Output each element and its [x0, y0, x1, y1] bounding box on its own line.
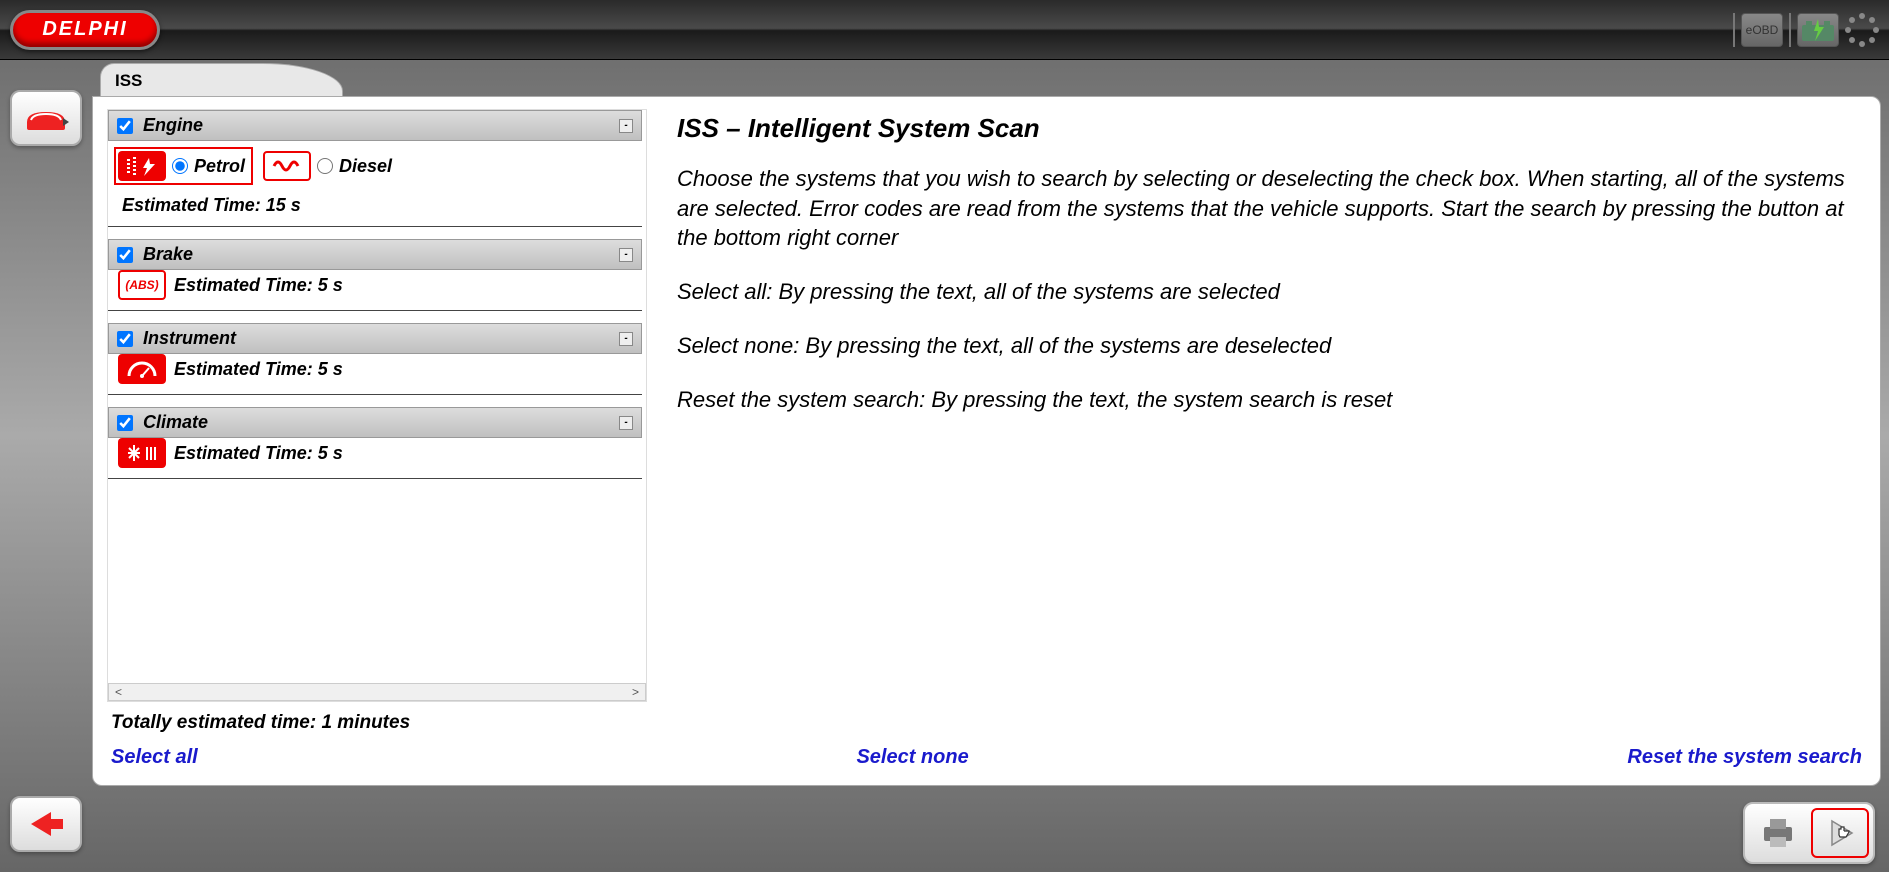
left-rail	[0, 60, 92, 872]
tab-iss[interactable]: ISS	[100, 63, 343, 96]
tab-label: ISS	[115, 71, 142, 90]
abs-icon: (ABS)	[118, 270, 166, 300]
info-title: ISS – Intelligent System Scan	[677, 111, 1866, 146]
estimated-time: Estimated Time: 5 s	[174, 443, 343, 464]
collapse-button[interactable]: -	[619, 416, 633, 430]
brand-logo: DELPHI	[10, 10, 160, 50]
collapse-button[interactable]: -	[619, 332, 633, 346]
info-panel: ISS – Intelligent System Scan Choose the…	[677, 109, 1866, 702]
separator	[1733, 13, 1735, 47]
petrol-radio[interactable]	[172, 158, 188, 174]
petrol-highlight: Petrol	[114, 147, 253, 185]
estimated-time: Estimated Time: 15 s	[108, 195, 642, 226]
system-engine: Engine -	[108, 110, 642, 227]
car-icon	[21, 100, 71, 136]
info-paragraph: Select none: By pressing the text, all o…	[677, 331, 1866, 361]
eobd-button[interactable]: eOBD	[1741, 13, 1783, 47]
top-bar: DELPHI eOBD	[0, 0, 1889, 60]
system-label: Engine	[143, 115, 203, 136]
estimated-time: Estimated Time: 5 s	[174, 359, 343, 380]
collapse-button[interactable]: -	[619, 248, 633, 262]
glowplug-icon	[263, 151, 311, 181]
info-paragraph: Reset the system search: By pressing the…	[677, 385, 1866, 415]
start-scan-button[interactable]	[1811, 808, 1869, 858]
collapse-button[interactable]: -	[619, 119, 633, 133]
separator	[1789, 13, 1791, 47]
battery-button[interactable]	[1797, 13, 1839, 47]
system-label: Climate	[143, 412, 208, 433]
instrument-checkbox[interactable]	[117, 331, 133, 347]
arrow-left-icon	[21, 806, 71, 842]
gauge-icon	[118, 354, 166, 384]
system-brake: Brake - (ABS) Estimated Time: 5 s	[108, 239, 642, 311]
systems-list: Engine -	[107, 109, 647, 702]
info-paragraph: Choose the systems that you wish to sear…	[677, 164, 1866, 253]
petrol-label: Petrol	[194, 156, 245, 177]
climate-checkbox[interactable]	[117, 415, 133, 431]
play-icon	[1820, 815, 1860, 851]
scroll-left-icon[interactable]: <	[109, 685, 128, 699]
spark-icon	[118, 151, 166, 181]
back-button[interactable]	[10, 796, 82, 852]
reset-search-link[interactable]: Reset the system search	[1627, 746, 1862, 769]
scroll-right-icon[interactable]: >	[626, 685, 645, 699]
system-label: Instrument	[143, 328, 236, 349]
brake-checkbox[interactable]	[117, 247, 133, 263]
system-instrument: Instrument - Estimated Time: 5 s	[108, 323, 642, 395]
printer-icon	[1758, 815, 1798, 851]
diesel-label: Diesel	[339, 156, 392, 177]
vehicle-button[interactable]	[10, 90, 82, 146]
system-label: Brake	[143, 244, 193, 265]
diesel-radio[interactable]	[317, 158, 333, 174]
print-button[interactable]	[1749, 808, 1807, 858]
engine-checkbox[interactable]	[117, 118, 133, 134]
select-none-link[interactable]: Select none	[856, 746, 968, 769]
loading-icon	[1845, 13, 1879, 47]
system-climate: Climate - Estimated Time: 5 s	[108, 407, 642, 479]
select-all-link[interactable]: Select all	[111, 746, 198, 769]
total-estimated-time: Totally estimated time: 1 minutes	[107, 702, 1866, 740]
eobd-label: eOBD	[1746, 23, 1779, 37]
horizontal-scrollbar[interactable]: < >	[108, 683, 646, 701]
estimated-time: Estimated Time: 5 s	[174, 275, 343, 296]
climate-icon	[118, 438, 166, 468]
battery-icon	[1798, 15, 1838, 45]
info-paragraph: Select all: By pressing the text, all of…	[677, 277, 1866, 307]
